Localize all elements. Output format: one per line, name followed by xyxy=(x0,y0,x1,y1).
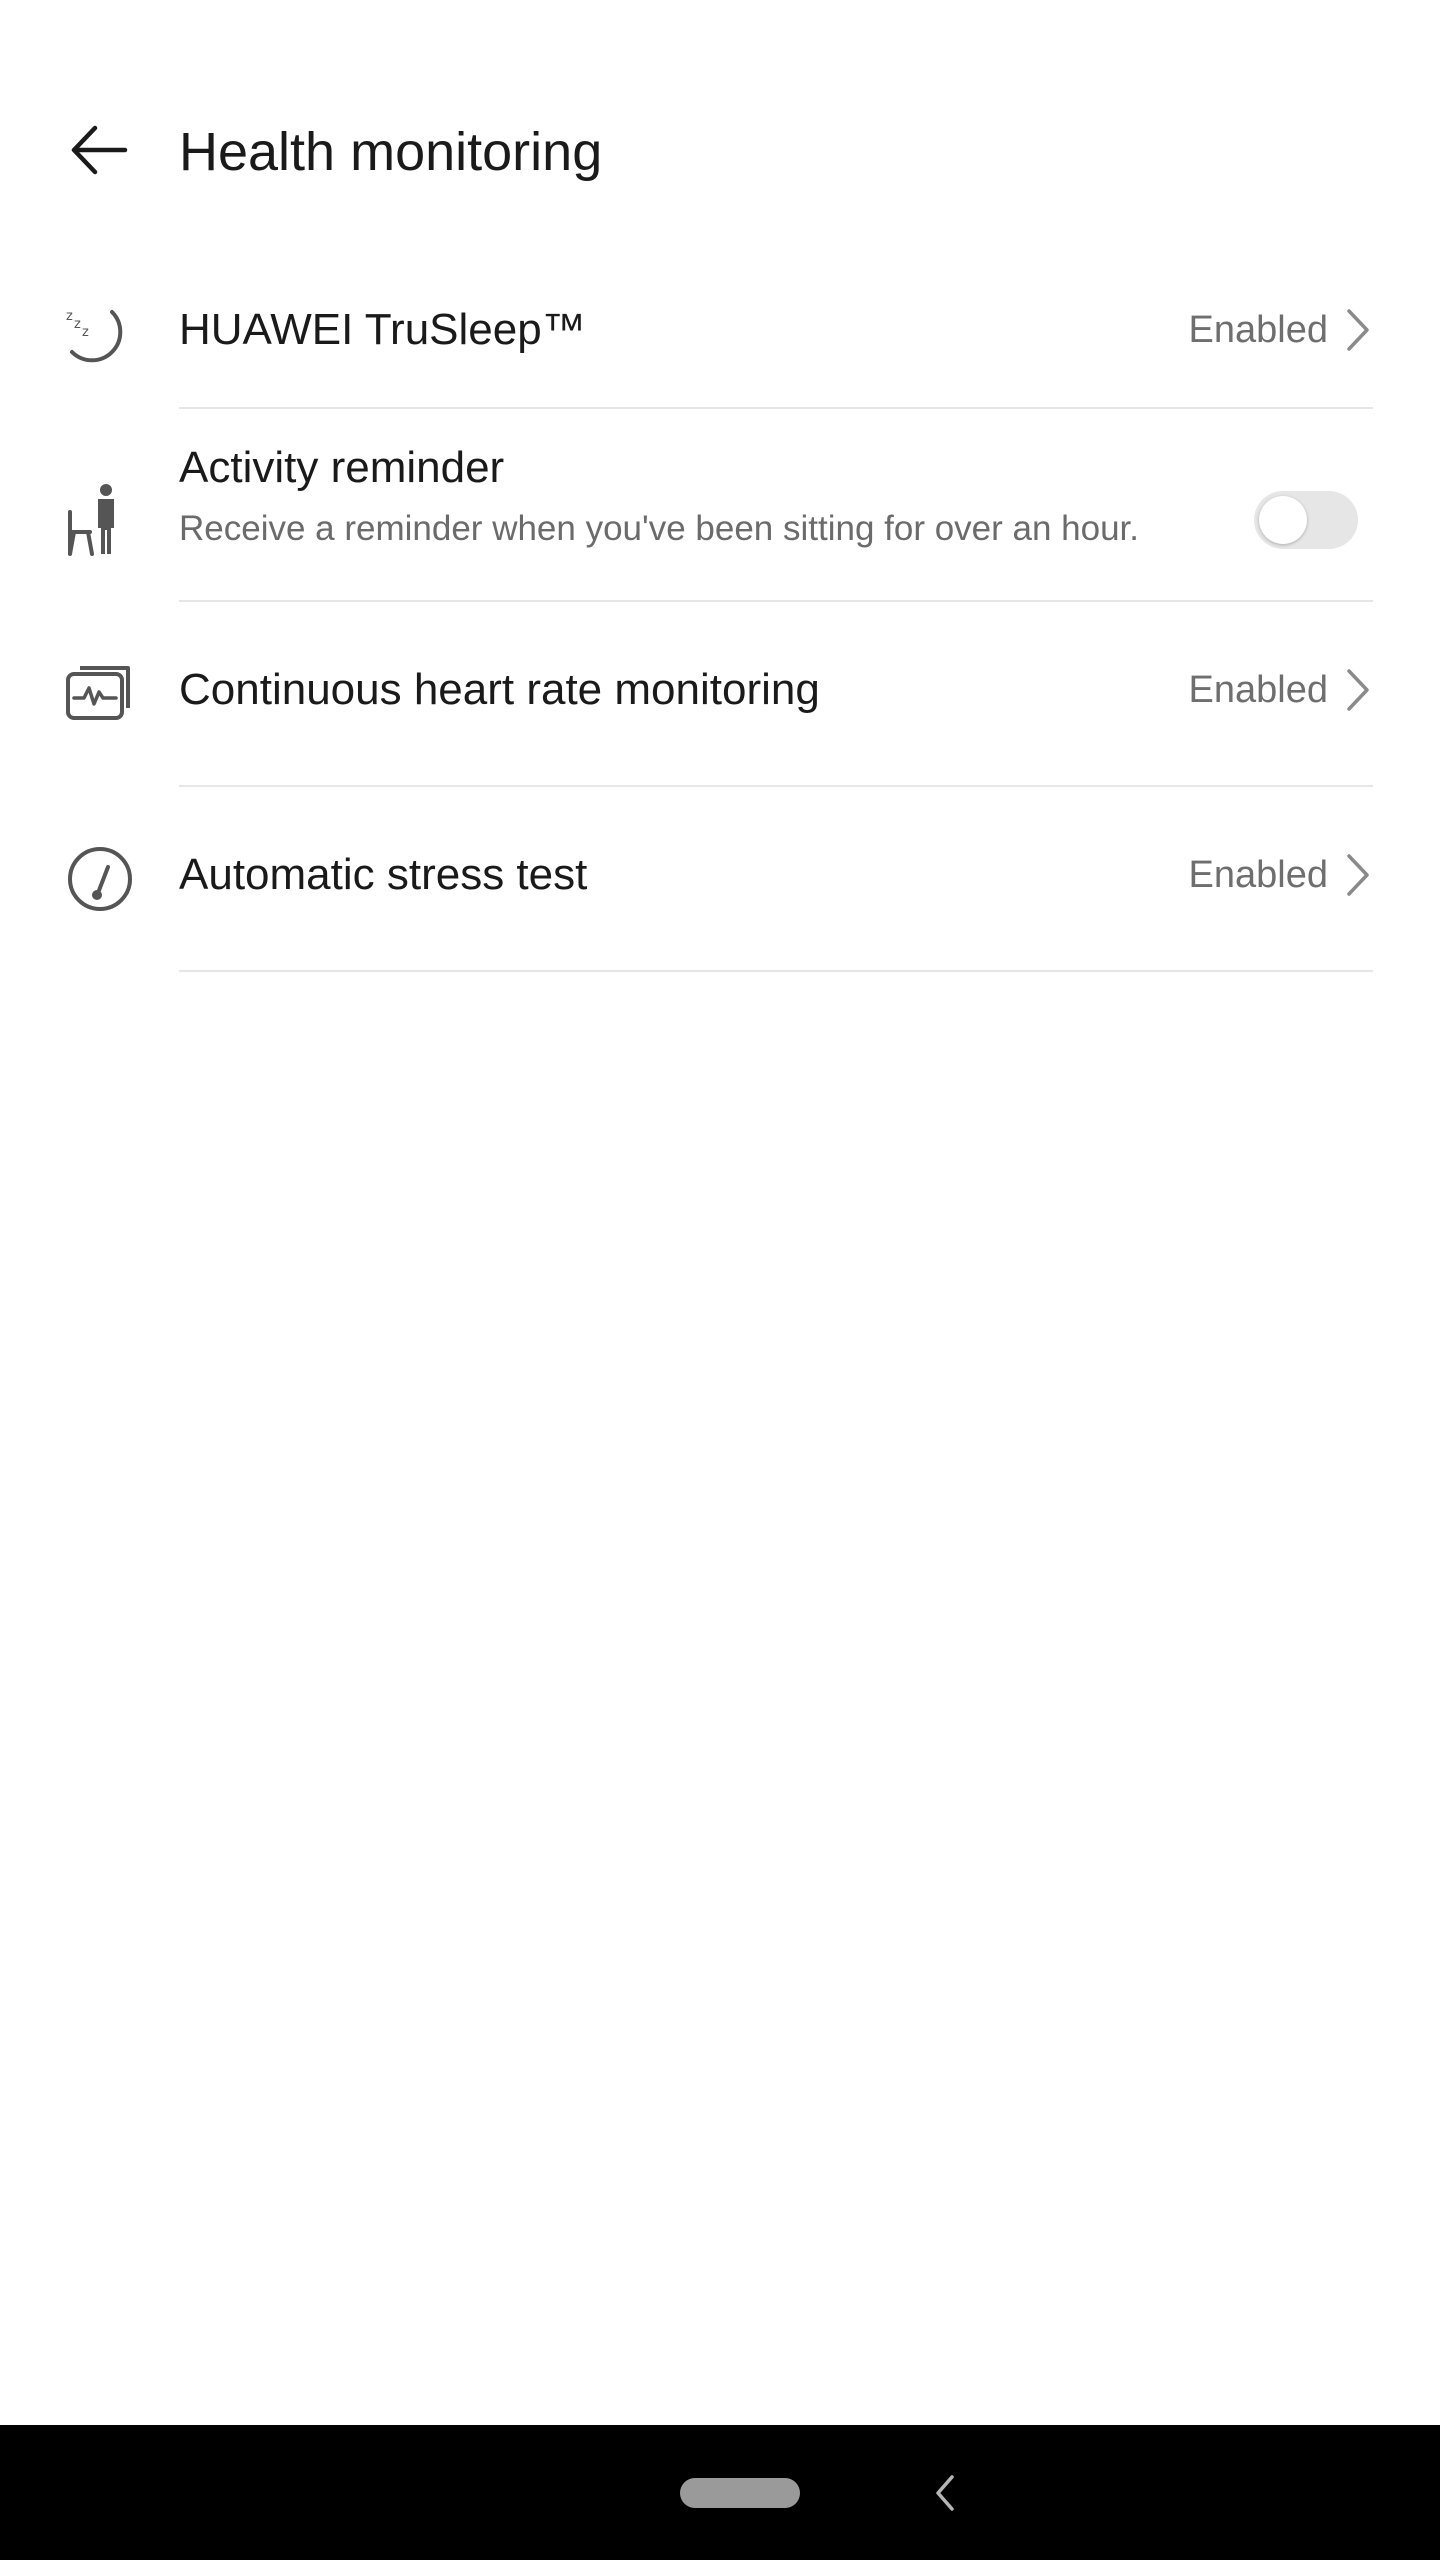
trusleep-title: HUAWEI TruSleep™ xyxy=(179,305,586,354)
activity-reminder-subtitle: Receive a reminder when you've been sitt… xyxy=(179,509,1140,548)
divider xyxy=(179,407,1373,409)
trusleep-row[interactable]: z z z HUAWEI TruSleep™ Enabled xyxy=(0,270,1440,410)
activity-reminder-toggle[interactable] xyxy=(1254,491,1358,549)
svg-text:z: z xyxy=(82,325,89,340)
trusleep-status: Enabled xyxy=(1188,309,1328,351)
sitting-person-icon xyxy=(60,480,140,560)
activity-reminder-title: Activity reminder xyxy=(179,443,505,492)
heart-rate-monitor-icon xyxy=(60,652,140,732)
divider xyxy=(179,970,1373,972)
chevron-right-icon xyxy=(1342,845,1374,905)
activity-reminder-row[interactable]: Activity reminder Receive a reminder whe… xyxy=(0,410,1440,602)
heart-rate-status: Enabled xyxy=(1188,669,1328,711)
screen: Health monitoring z z z HUAWEI TruSleep™… xyxy=(0,0,1440,2560)
page-title: Health monitoring xyxy=(179,122,603,182)
header: Health monitoring xyxy=(0,80,1440,210)
sleep-moon-icon: z z z xyxy=(60,300,140,380)
stress-test-row[interactable]: Automatic stress test Enabled xyxy=(0,787,1440,971)
heart-rate-row[interactable]: Continuous heart rate monitoring Enabled xyxy=(0,602,1440,786)
stress-test-title: Automatic stress test xyxy=(179,850,588,899)
svg-text:z: z xyxy=(74,317,81,332)
heart-rate-title: Continuous heart rate monitoring xyxy=(179,665,820,714)
arrow-left-icon xyxy=(71,125,128,175)
chevron-right-icon xyxy=(1342,300,1374,360)
gauge-icon xyxy=(60,839,140,919)
stress-test-status: Enabled xyxy=(1188,854,1328,896)
system-nav-bar xyxy=(0,2425,1440,2560)
toggle-knob xyxy=(1259,496,1307,544)
home-pill-icon[interactable] xyxy=(680,2478,800,2508)
nav-back-icon[interactable] xyxy=(925,2465,965,2521)
chevron-right-icon xyxy=(1342,660,1374,720)
back-button[interactable] xyxy=(60,110,140,190)
svg-text:z: z xyxy=(66,309,73,324)
